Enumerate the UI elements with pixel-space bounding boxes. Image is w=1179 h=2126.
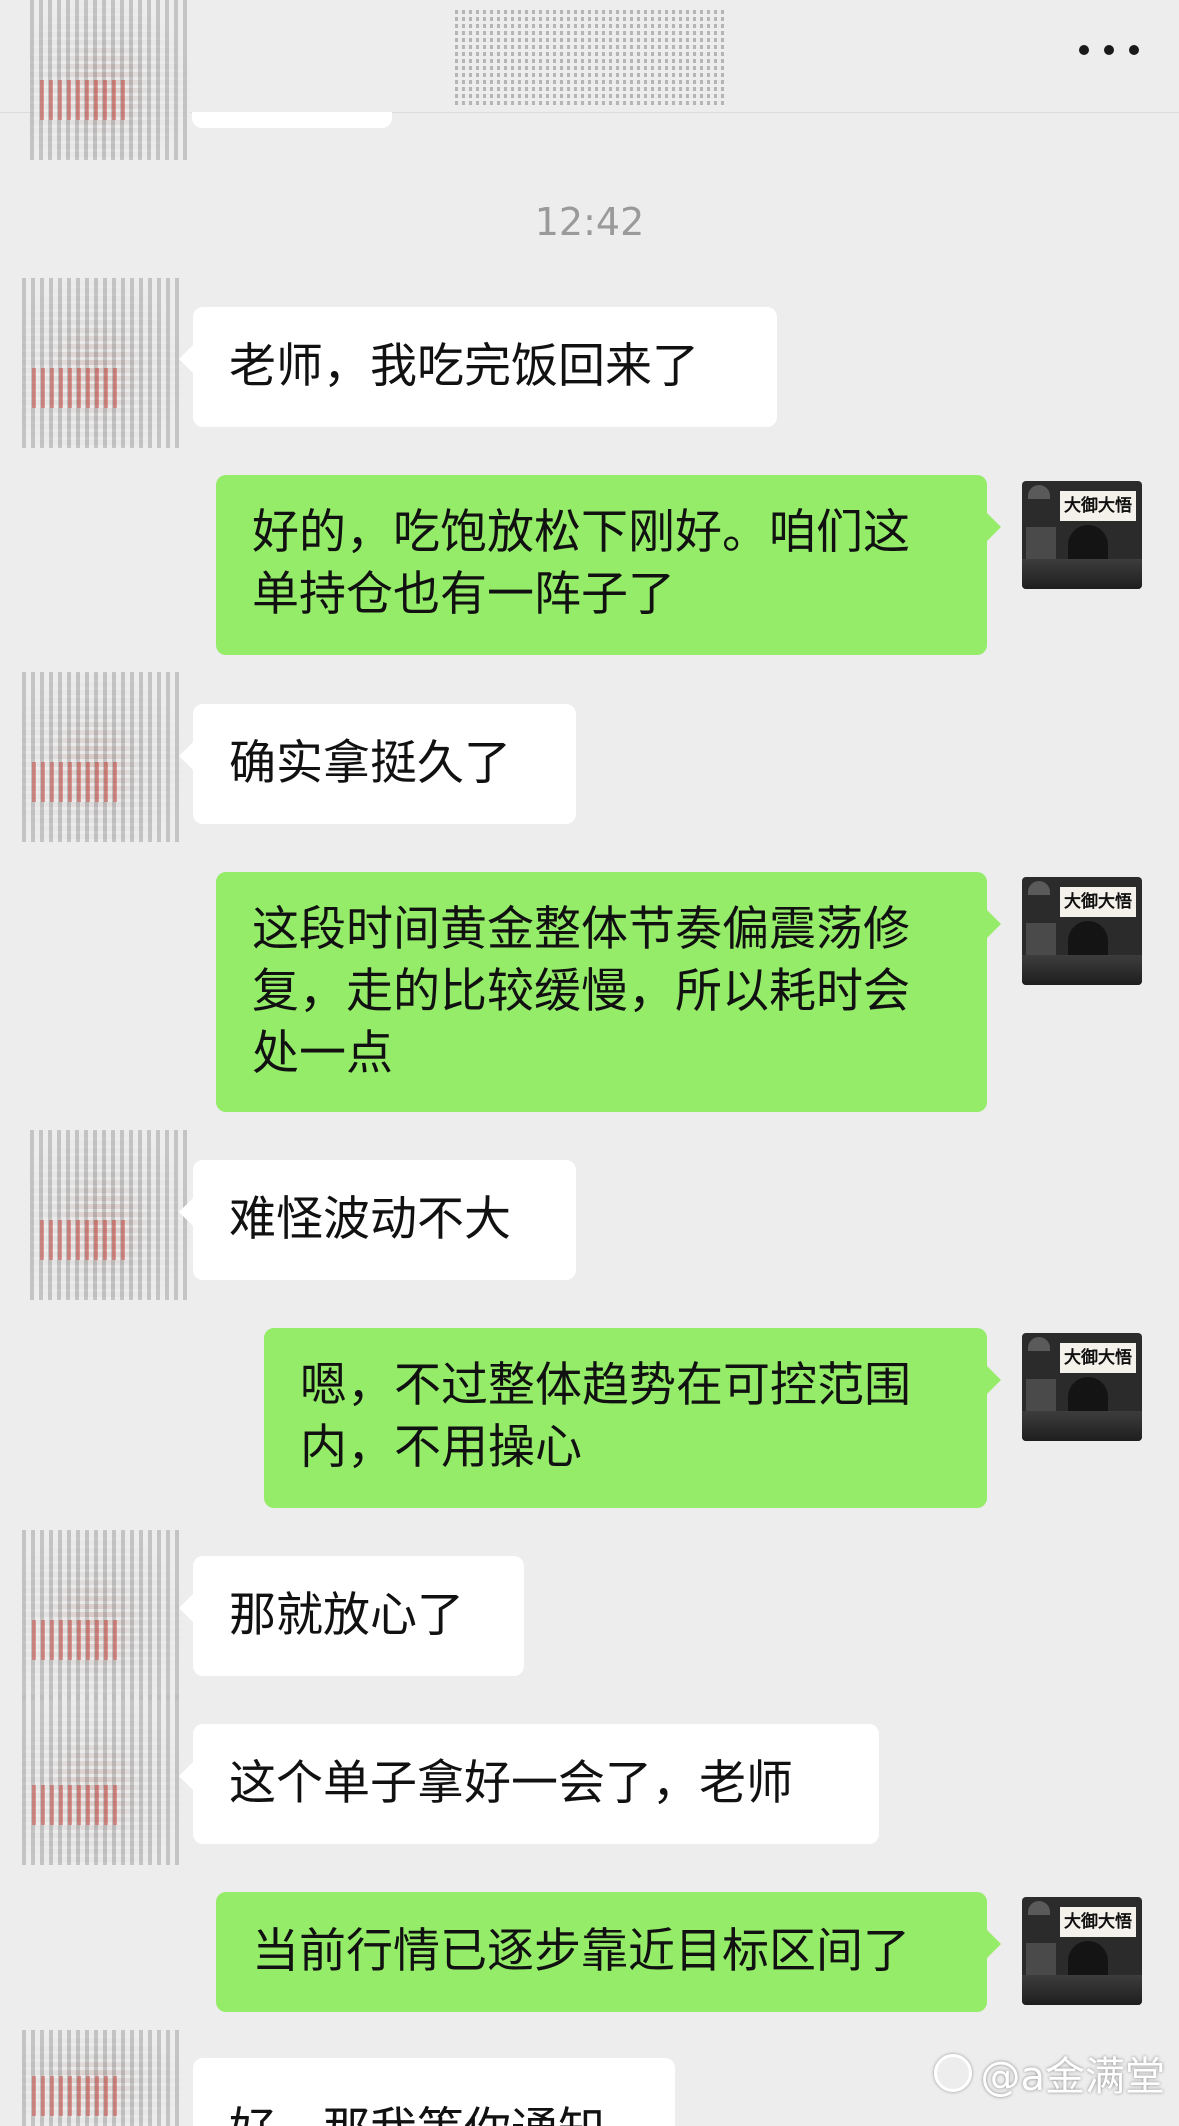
- message-bubble-right[interactable]: 当前行情已逐步靠近目标区间了: [216, 1892, 1001, 2012]
- message-bubble-right[interactable]: 这段时间黄金整体节奏偏震荡修复，走的比较缓慢，所以耗时会处一点: [216, 872, 1001, 1112]
- message-bubble-left[interactable]: 好，那我等你通知: [193, 2058, 675, 2126]
- contact-avatar[interactable]: [22, 1695, 182, 1865]
- message-bubble-right[interactable]: 好的，吃饱放松下刚好。咱们这单持仓也有一阵子了: [216, 475, 1001, 655]
- message-timestamp: 12:42: [534, 200, 645, 244]
- message-bubble-left[interactable]: 老师，我吃完饭回来了: [179, 307, 777, 427]
- message-bubble-left[interactable]: 那就放心了: [179, 1556, 524, 1676]
- message-bubble-right[interactable]: 嗯，不过整体趋势在可控范围内，不用操心: [264, 1328, 1001, 1508]
- contact-avatar[interactable]: [22, 1530, 182, 1700]
- teacher-avatar[interactable]: 大御大悟: [1022, 1333, 1142, 1441]
- watermark: @a金满堂: [934, 2044, 1165, 2102]
- contact-avatar[interactable]: [30, 1130, 190, 1300]
- teacher-avatar[interactable]: 大御大悟: [1022, 1897, 1142, 2005]
- contact-avatar[interactable]: [22, 672, 182, 842]
- contact-avatar[interactable]: [22, 278, 182, 448]
- message-bubble-left[interactable]: 确实拿挺久了: [179, 704, 576, 824]
- teacher-avatar[interactable]: 大御大悟: [1022, 481, 1142, 589]
- teacher-avatar[interactable]: 大御大悟: [1022, 877, 1142, 985]
- message-bubble-left[interactable]: 这个单子拿好一会了，老师: [179, 1724, 879, 1844]
- previous-message-bubble: [192, 112, 392, 128]
- more-dots-icon[interactable]: [1079, 34, 1139, 66]
- chat-title-blurred: [455, 10, 725, 105]
- contact-avatar[interactable]: [22, 2030, 182, 2126]
- watermark-logo-icon: [934, 2054, 973, 2092]
- contact-avatar[interactable]: [30, 0, 190, 160]
- message-bubble-left[interactable]: 难怪波动不大: [179, 1160, 576, 1280]
- watermark-text: @a金满堂: [980, 2054, 1165, 2100]
